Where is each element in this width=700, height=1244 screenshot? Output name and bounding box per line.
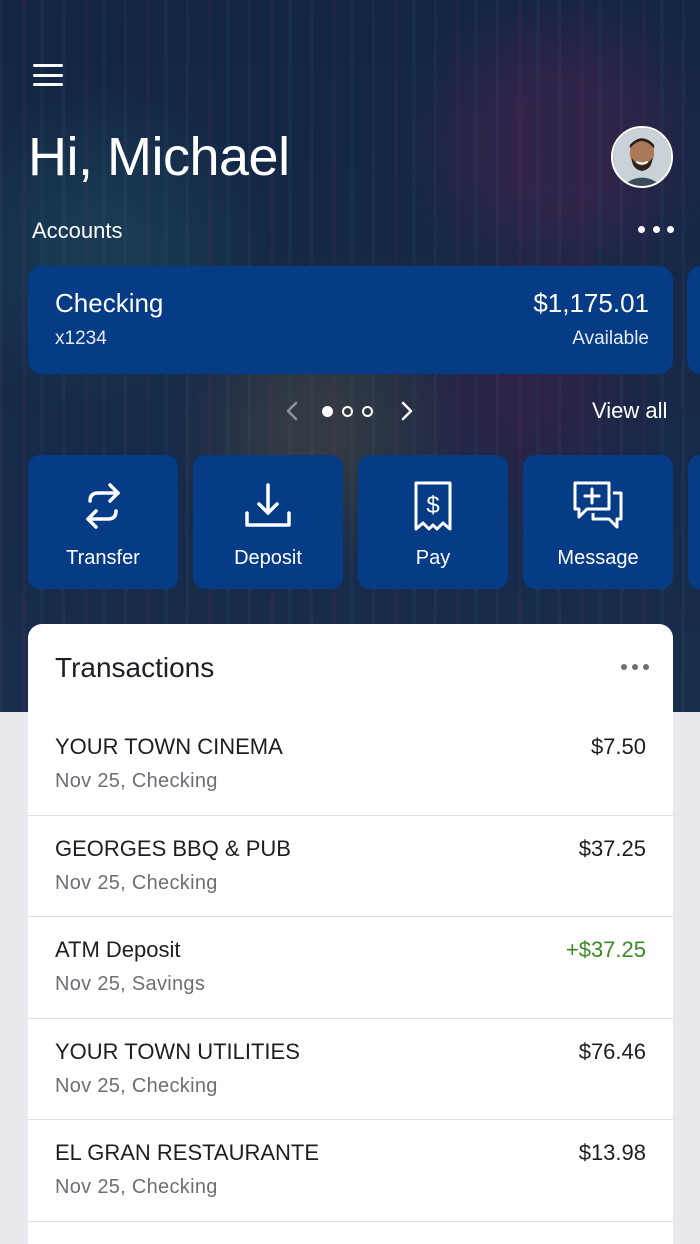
transfer-button[interactable]: Transfer [28, 455, 178, 589]
transaction-merchant: ATM Deposit [55, 937, 181, 962]
transaction-merchant: YOUR TOWN CINEMA [55, 734, 283, 759]
transaction-meta: Nov 25, Checking [55, 770, 218, 792]
pager-dots [322, 405, 373, 417]
pay-label: Pay [415, 547, 451, 569]
transaction-meta: Nov 25, Checking [55, 1074, 218, 1097]
transaction-merchant: GEORGES BBQ & PUB [55, 835, 291, 861]
transaction-row[interactable]: YOUR TOWN CINEMA Nov 25, Checking $7.50 [28, 714, 673, 816]
transaction-amount: $37.25 [578, 835, 646, 861]
transaction-amount: $76.46 [578, 1038, 646, 1064]
transactions-list: YOUR TOWN CINEMA Nov 25, Checking $7.50 … [28, 714, 673, 1222]
message-label: Message [557, 547, 639, 569]
account-name: Checking [55, 288, 164, 318]
transaction-amount: $13.98 [578, 1140, 646, 1165]
pager-dot[interactable] [322, 405, 333, 417]
account-number-mask: x1234 [55, 328, 107, 349]
greeting-title: Hi, Michael [28, 127, 290, 187]
pay-button[interactable]: $ Pay [358, 455, 508, 589]
message-button[interactable]: Message [523, 455, 673, 589]
accounts-section-label: Accounts [32, 218, 123, 243]
transactions-more-icon[interactable] [621, 662, 649, 672]
transaction-amount-credit: +$37.25 [565, 937, 646, 962]
transfer-label: Transfer [66, 547, 140, 569]
pager-dot[interactable] [362, 405, 373, 417]
chevron-right-icon[interactable] [397, 398, 417, 424]
message-icon [573, 481, 623, 529]
account-balance-label: Available [572, 328, 649, 349]
transaction-meta: Nov 25, Checking [55, 871, 218, 894]
account-card-checking[interactable]: Checking x1234 $1,175.01 Available [28, 266, 673, 374]
chevron-left-icon[interactable] [282, 398, 302, 424]
transfer-icon [86, 483, 120, 529]
transaction-meta: Nov 25, Checking [55, 1176, 218, 1198]
account-balance: $1,175.01 [533, 288, 649, 318]
transaction-meta: Nov 25, Savings [55, 973, 206, 995]
transaction-merchant: EL GRAN RESTAURANTE [55, 1140, 320, 1165]
deposit-button[interactable]: Deposit [193, 455, 343, 589]
profile-avatar[interactable] [611, 126, 673, 188]
transactions-title: Transactions [55, 652, 215, 683]
deposit-label: Deposit [234, 547, 302, 569]
transactions-card: Transactions YOUR TOWN CINEMA Nov 25, Ch… [28, 624, 673, 1244]
next-account-card-peek[interactable] [687, 266, 700, 374]
hamburger-menu-icon[interactable] [33, 64, 63, 86]
avatar-image [613, 128, 671, 186]
transaction-merchant: YOUR TOWN UTILITIES [55, 1038, 300, 1064]
transaction-row[interactable]: GEORGES BBQ & PUB Nov 25, Checking $37.2… [28, 816, 673, 917]
transaction-amount: $7.50 [590, 734, 646, 759]
transaction-row[interactable]: EL GRAN RESTAURANTE Nov 25, Checking $13… [28, 1120, 673, 1222]
view-all-accounts-link[interactable]: View all [592, 398, 667, 424]
deposit-icon [245, 483, 291, 527]
accounts-more-icon[interactable] [638, 218, 674, 240]
transaction-row[interactable]: YOUR TOWN UTILITIES Nov 25, Checking $76… [28, 1019, 673, 1120]
pay-bill-icon: $ [414, 481, 452, 531]
account-carousel-pager [282, 398, 417, 424]
svg-text:$: $ [426, 492, 439, 519]
pager-dot[interactable] [342, 405, 353, 417]
next-action-peek[interactable] [688, 455, 700, 589]
transaction-row[interactable]: ATM Deposit Nov 25, Savings +$37.25 [28, 917, 673, 1019]
